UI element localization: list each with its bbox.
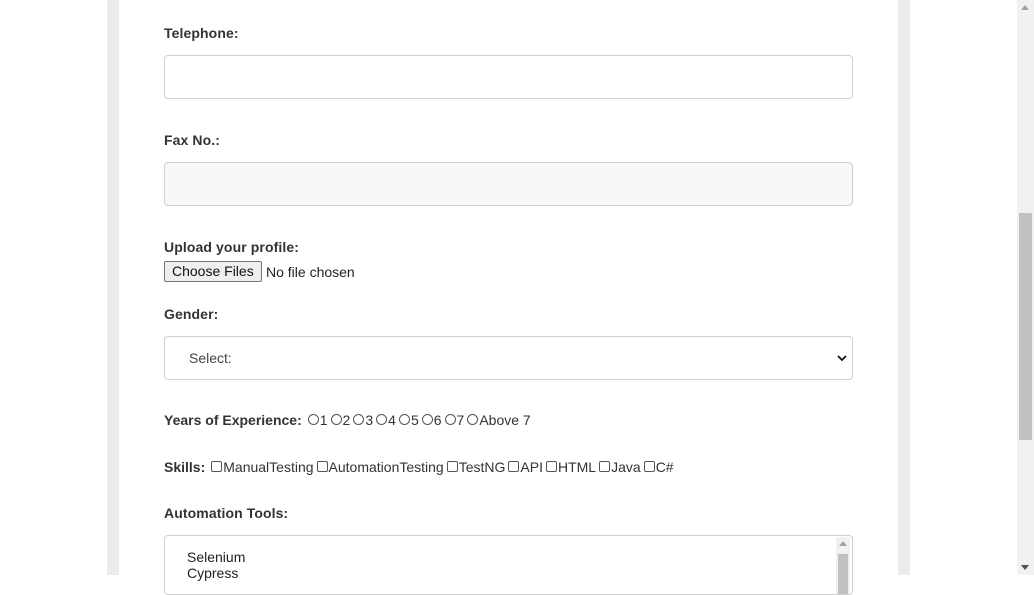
listbox-scrollbar-thumb[interactable] <box>838 554 848 594</box>
gender-label: Gender: <box>164 306 219 322</box>
skill-option[interactable]: Java <box>599 459 644 475</box>
fax-input[interactable] <box>164 162 853 206</box>
checkbox[interactable] <box>211 460 223 472</box>
checkbox[interactable] <box>446 460 458 472</box>
automation-tools-label: Automation Tools: <box>164 505 289 521</box>
radio-button[interactable] <box>330 413 342 425</box>
checkbox[interactable] <box>643 460 655 472</box>
automation-tools-listbox[interactable]: Selenium Cypress <box>164 535 853 595</box>
skills-label: Skills: <box>164 459 206 475</box>
choose-files-label: Choose Files <box>172 263 254 279</box>
page-gutter-left <box>107 0 119 575</box>
radio-button[interactable] <box>398 413 410 425</box>
page-gutter-right <box>898 0 910 575</box>
arrow-down-icon[interactable] <box>1021 565 1029 570</box>
page-scrollbar[interactable] <box>1017 0 1034 575</box>
radio-button[interactable] <box>444 413 456 425</box>
telephone-label: Telephone: <box>164 25 239 41</box>
file-status-text: No file chosen <box>266 264 355 280</box>
gender-selected-value: Select: <box>189 350 232 366</box>
experience-row: Years of Experience: 1 2 3 4 5 6 7 Above… <box>164 412 534 428</box>
radio-button[interactable] <box>467 413 479 425</box>
radio-button[interactable] <box>421 413 433 425</box>
upload-profile-label: Upload your profile: <box>164 239 299 255</box>
skill-option[interactable]: ManualTesting <box>211 459 316 475</box>
fax-label: Fax No.: <box>164 132 221 148</box>
listbox-scrollbar[interactable] <box>836 537 850 594</box>
radio-button[interactable] <box>353 413 365 425</box>
skill-option[interactable]: API <box>508 459 546 475</box>
checkbox[interactable] <box>599 460 611 472</box>
checkbox[interactable] <box>316 460 328 472</box>
page-scrollbar-thumb[interactable] <box>1019 213 1032 440</box>
checkbox[interactable] <box>508 460 520 472</box>
checkbox[interactable] <box>545 460 557 472</box>
experience-option[interactable]: 2 <box>330 412 354 428</box>
experience-option[interactable]: 4 <box>376 412 399 428</box>
experience-option[interactable]: 6 <box>421 412 445 428</box>
experience-option[interactable]: 3 <box>353 412 376 428</box>
skill-option[interactable]: HTML <box>545 459 599 475</box>
radio-button[interactable] <box>376 413 388 425</box>
experience-option[interactable]: 7 <box>444 412 468 428</box>
page-background <box>0 0 107 575</box>
skill-option[interactable]: C# <box>643 459 677 475</box>
arrow-up-icon[interactable] <box>1021 5 1029 10</box>
experience-option[interactable]: Above 7 <box>467 412 533 428</box>
arrow-up-icon[interactable] <box>839 541 847 546</box>
chevron-down-icon <box>837 355 847 362</box>
experience-option[interactable]: 5 <box>398 412 422 428</box>
skill-option[interactable]: TestNG <box>446 459 509 475</box>
radio-button[interactable] <box>307 413 319 425</box>
choose-files-button[interactable]: Choose Files <box>164 261 262 282</box>
gender-select[interactable]: Select: <box>164 336 853 380</box>
skills-row: Skills: ManualTesting AutomationTesting … <box>164 459 677 475</box>
skill-option[interactable]: AutomationTesting <box>316 459 447 475</box>
list-item[interactable]: Selenium <box>187 549 245 565</box>
experience-label: Years of Experience: <box>164 412 302 428</box>
telephone-input[interactable] <box>164 55 853 99</box>
experience-option[interactable]: 1 <box>307 412 331 428</box>
list-item[interactable]: Cypress <box>187 565 238 581</box>
